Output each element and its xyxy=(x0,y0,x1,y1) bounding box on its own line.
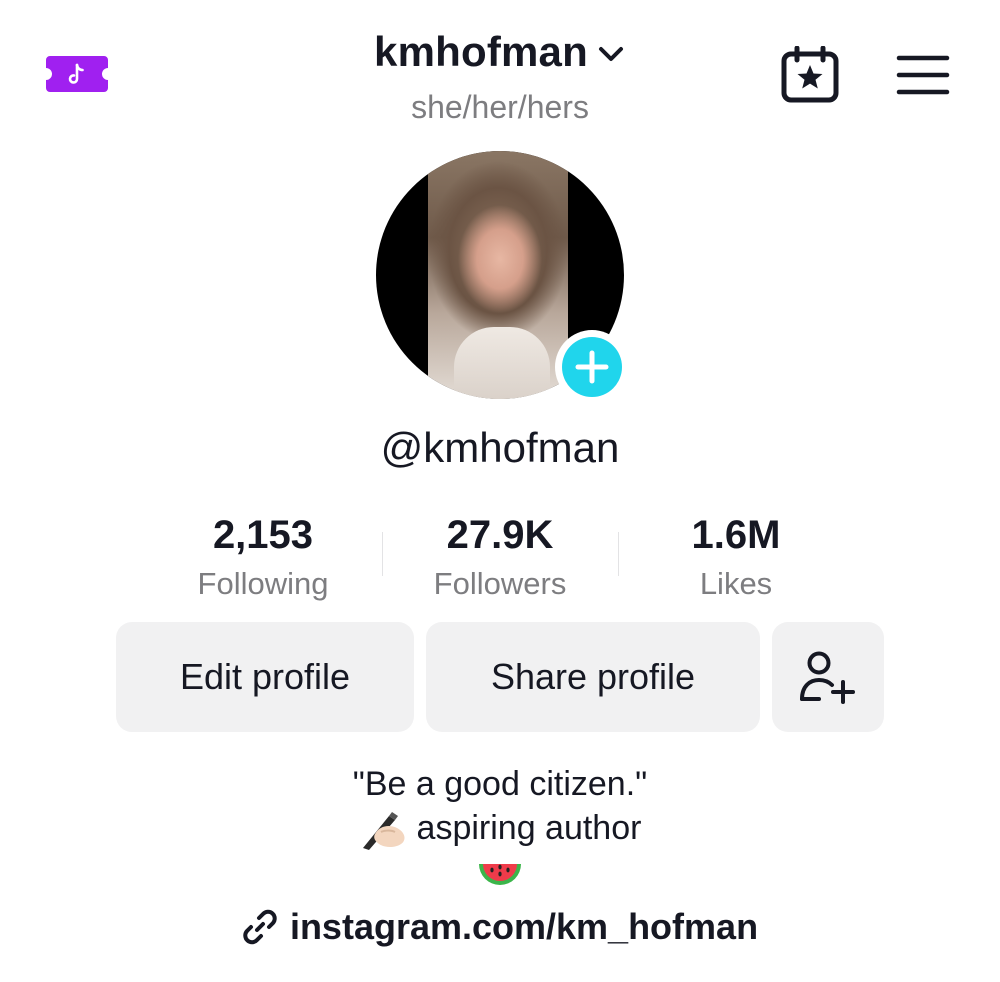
hamburger-menu-icon[interactable] xyxy=(896,54,950,96)
stat-likes-value: 1.6M xyxy=(691,513,781,557)
stat-likes[interactable]: 1.6M Likes xyxy=(618,510,854,608)
watermelon-icon xyxy=(479,864,521,886)
plus-icon xyxy=(562,337,622,397)
profile-bio: "Be a good citizen." aspiring author xyxy=(0,762,1000,896)
add-user-icon xyxy=(800,651,855,704)
pronouns: she/her/hers xyxy=(411,89,589,125)
writing-hand-icon xyxy=(362,812,405,851)
bio-link-row: instagram.com/km_hofman xyxy=(0,906,1000,950)
add-friend-button[interactable] xyxy=(772,622,884,732)
profile-stats: 2,153 Following 27.9K Followers 1.6M Lik… xyxy=(145,510,855,610)
stat-followers[interactable]: 27.9K Followers xyxy=(382,510,618,608)
profile-handle: @kmhofman xyxy=(380,424,620,471)
bio-line-2-text: aspiring author xyxy=(416,809,642,847)
bio-line-2: aspiring author xyxy=(0,806,1000,852)
avatar-photo xyxy=(428,151,568,399)
stat-followers-label: Followers xyxy=(433,566,567,601)
stat-likes-label: Likes xyxy=(699,566,773,601)
stat-following[interactable]: 2,153 Following xyxy=(145,510,381,608)
stat-following-value: 2,153 xyxy=(212,513,314,557)
profile-screen: kmhofman she/her/hers @kmhofman 2,153 Fo… xyxy=(0,0,1000,982)
bio-link-text: instagram.com/km_hofman xyxy=(289,906,759,947)
add-story-button[interactable] xyxy=(555,330,629,404)
header-username: kmhofman xyxy=(374,28,588,75)
bio-link[interactable]: instagram.com/km_hofman xyxy=(242,906,758,948)
avatar-photo-detail xyxy=(454,327,550,399)
chevron-down-icon xyxy=(598,47,623,61)
header-title-area: kmhofman xyxy=(0,28,1000,76)
link-icon xyxy=(243,909,277,945)
bio-line-1: "Be a good citizen." xyxy=(352,765,648,803)
stat-followers-value: 27.9K xyxy=(446,513,554,557)
calendar-star-icon[interactable] xyxy=(779,45,841,104)
edit-profile-button[interactable]: Edit profile xyxy=(116,622,414,732)
stat-following-label: Following xyxy=(197,566,329,601)
share-profile-button[interactable]: Share profile xyxy=(426,622,760,732)
account-switcher-button[interactable]: kmhofman xyxy=(374,28,626,76)
bio-line-3 xyxy=(0,852,1000,896)
